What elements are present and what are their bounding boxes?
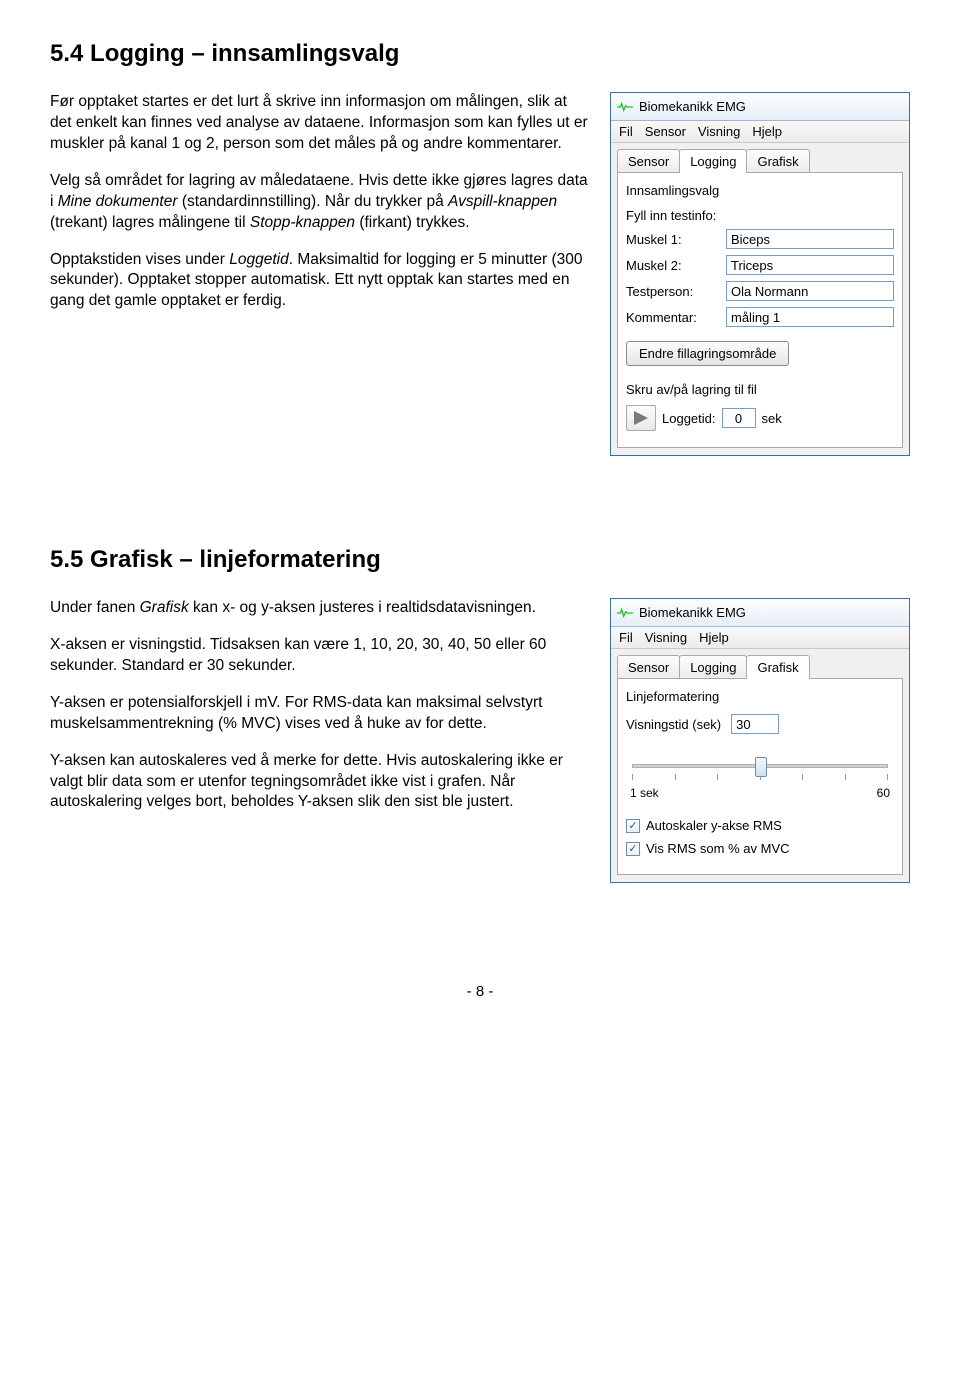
slider-thumb[interactable] bbox=[755, 757, 767, 777]
text: kan x- og y-aksen justeres i realtidsdat… bbox=[189, 599, 536, 616]
text-italic: Mine dokumenter bbox=[58, 193, 178, 210]
menubar: Fil Visning Hjelp bbox=[611, 627, 909, 649]
tab-strip: Sensor Logging Grafisk bbox=[611, 143, 909, 173]
app-title: Biomekanikk EMG bbox=[639, 99, 746, 114]
toggle-storage-label: Skru av/på lagring til fil bbox=[626, 382, 894, 397]
app-title: Biomekanikk EMG bbox=[639, 605, 746, 620]
play-icon bbox=[634, 411, 648, 425]
menu-item[interactable]: Visning bbox=[698, 124, 740, 139]
visningstid-value[interactable]: 30 bbox=[731, 714, 779, 734]
checkbox-vis-rms-label: Vis RMS som % av MVC bbox=[646, 841, 790, 856]
app-window-grafisk: Biomekanikk EMG Fil Visning Hjelp Sensor… bbox=[610, 598, 910, 883]
tab-logging[interactable]: Logging bbox=[679, 655, 747, 679]
menu-item[interactable]: Visning bbox=[645, 630, 687, 645]
titlebar: Biomekanikk EMG bbox=[611, 93, 909, 121]
text: (trekant) lagres målingene til bbox=[50, 214, 250, 231]
label-muskel2: Muskel 2: bbox=[626, 258, 726, 273]
menu-item[interactable]: Fil bbox=[619, 124, 633, 139]
slider-min-label: 1 sek bbox=[630, 786, 659, 800]
panel-grafisk: Linjeformatering Visningstid (sek) 30 1 … bbox=[617, 678, 903, 875]
paragraph: Y-aksen kan autoskaleres ved å merke for… bbox=[50, 751, 590, 814]
menu-item[interactable]: Hjelp bbox=[752, 124, 782, 139]
app-window-logging: Biomekanikk EMG Fil Sensor Visning Hjelp… bbox=[610, 92, 910, 456]
label-muskel1: Muskel 1: bbox=[626, 232, 726, 247]
text: (standardinnstilling). Når du trykker på bbox=[178, 193, 449, 210]
text-italic: Avspill-knappen bbox=[448, 193, 557, 210]
panel-logging: Innsamlingsvalg Fyll inn testinfo: Muske… bbox=[617, 172, 903, 448]
paragraph: X-aksen er visningstid. Tidsaksen kan væ… bbox=[50, 635, 590, 677]
body-text-5-4: Før opptaket startes er det lurt å skriv… bbox=[50, 92, 590, 456]
input-kommentar[interactable]: måling 1 bbox=[726, 307, 894, 327]
page-number: - 8 - bbox=[50, 983, 910, 1000]
menu-item[interactable]: Fil bbox=[619, 630, 633, 645]
tab-grafisk[interactable]: Grafisk bbox=[746, 149, 809, 173]
input-muskel2[interactable]: Triceps bbox=[726, 255, 894, 275]
menu-item[interactable]: Hjelp bbox=[699, 630, 729, 645]
label-kommentar: Kommentar: bbox=[626, 310, 726, 325]
input-testperson[interactable]: Ola Normann bbox=[726, 281, 894, 301]
checkbox-vis-rms[interactable]: ✓ bbox=[626, 842, 640, 856]
panel-title: Innsamlingsvalg bbox=[626, 183, 894, 198]
tab-logging[interactable]: Logging bbox=[679, 149, 747, 173]
paragraph: Velg så området for lagring av måledatae… bbox=[50, 171, 590, 234]
tab-sensor[interactable]: Sensor bbox=[617, 655, 680, 679]
menu-item[interactable]: Sensor bbox=[645, 124, 686, 139]
heartbeat-icon bbox=[617, 101, 633, 113]
loggetid-value: 0 bbox=[722, 408, 756, 428]
slider-max-label: 60 bbox=[877, 786, 890, 800]
loggetid-unit: sek bbox=[762, 411, 782, 426]
paragraph: Før opptaket startes er det lurt å skriv… bbox=[50, 92, 590, 155]
text-italic: Grafisk bbox=[140, 599, 189, 616]
play-button[interactable] bbox=[626, 405, 656, 431]
body-text-5-5: Under fanen Grafisk kan x- og y-aksen ju… bbox=[50, 598, 590, 883]
label-testperson: Testperson: bbox=[626, 284, 726, 299]
heading-5-5: 5.5 Grafisk – linjeformatering bbox=[50, 546, 910, 574]
heartbeat-icon bbox=[617, 607, 633, 619]
text: Opptakstiden vises under bbox=[50, 251, 229, 268]
paragraph: Y-aksen er potensialforskjell i mV. For … bbox=[50, 693, 590, 735]
text: (firkant) trykkes. bbox=[355, 214, 470, 231]
paragraph: Under fanen Grafisk kan x- og y-aksen ju… bbox=[50, 598, 590, 619]
menubar: Fil Sensor Visning Hjelp bbox=[611, 121, 909, 143]
text-italic: Loggetid bbox=[229, 251, 288, 268]
panel-title: Linjeformatering bbox=[626, 689, 894, 704]
tab-strip: Sensor Logging Grafisk bbox=[611, 649, 909, 679]
text: Under fanen bbox=[50, 599, 140, 616]
slider-track[interactable] bbox=[632, 764, 888, 768]
tab-sensor[interactable]: Sensor bbox=[617, 149, 680, 173]
checkbox-autoskaler[interactable]: ✓ bbox=[626, 819, 640, 833]
heading-5-4: 5.4 Logging – innsamlingsvalg bbox=[50, 40, 910, 68]
visningstid-label: Visningstid (sek) bbox=[626, 717, 721, 732]
testinfo-label: Fyll inn testinfo: bbox=[626, 208, 894, 223]
checkbox-autoskaler-label: Autoskaler y-akse RMS bbox=[646, 818, 782, 833]
change-storage-button[interactable]: Endre fillagringsområde bbox=[626, 341, 789, 366]
paragraph: Opptakstiden vises under Loggetid. Maksi… bbox=[50, 250, 590, 313]
text-italic: Stopp-knappen bbox=[250, 214, 355, 231]
input-muskel1[interactable]: Biceps bbox=[726, 229, 894, 249]
loggetid-label: Loggetid: bbox=[662, 411, 716, 426]
titlebar: Biomekanikk EMG bbox=[611, 599, 909, 627]
tab-grafisk[interactable]: Grafisk bbox=[746, 655, 809, 679]
